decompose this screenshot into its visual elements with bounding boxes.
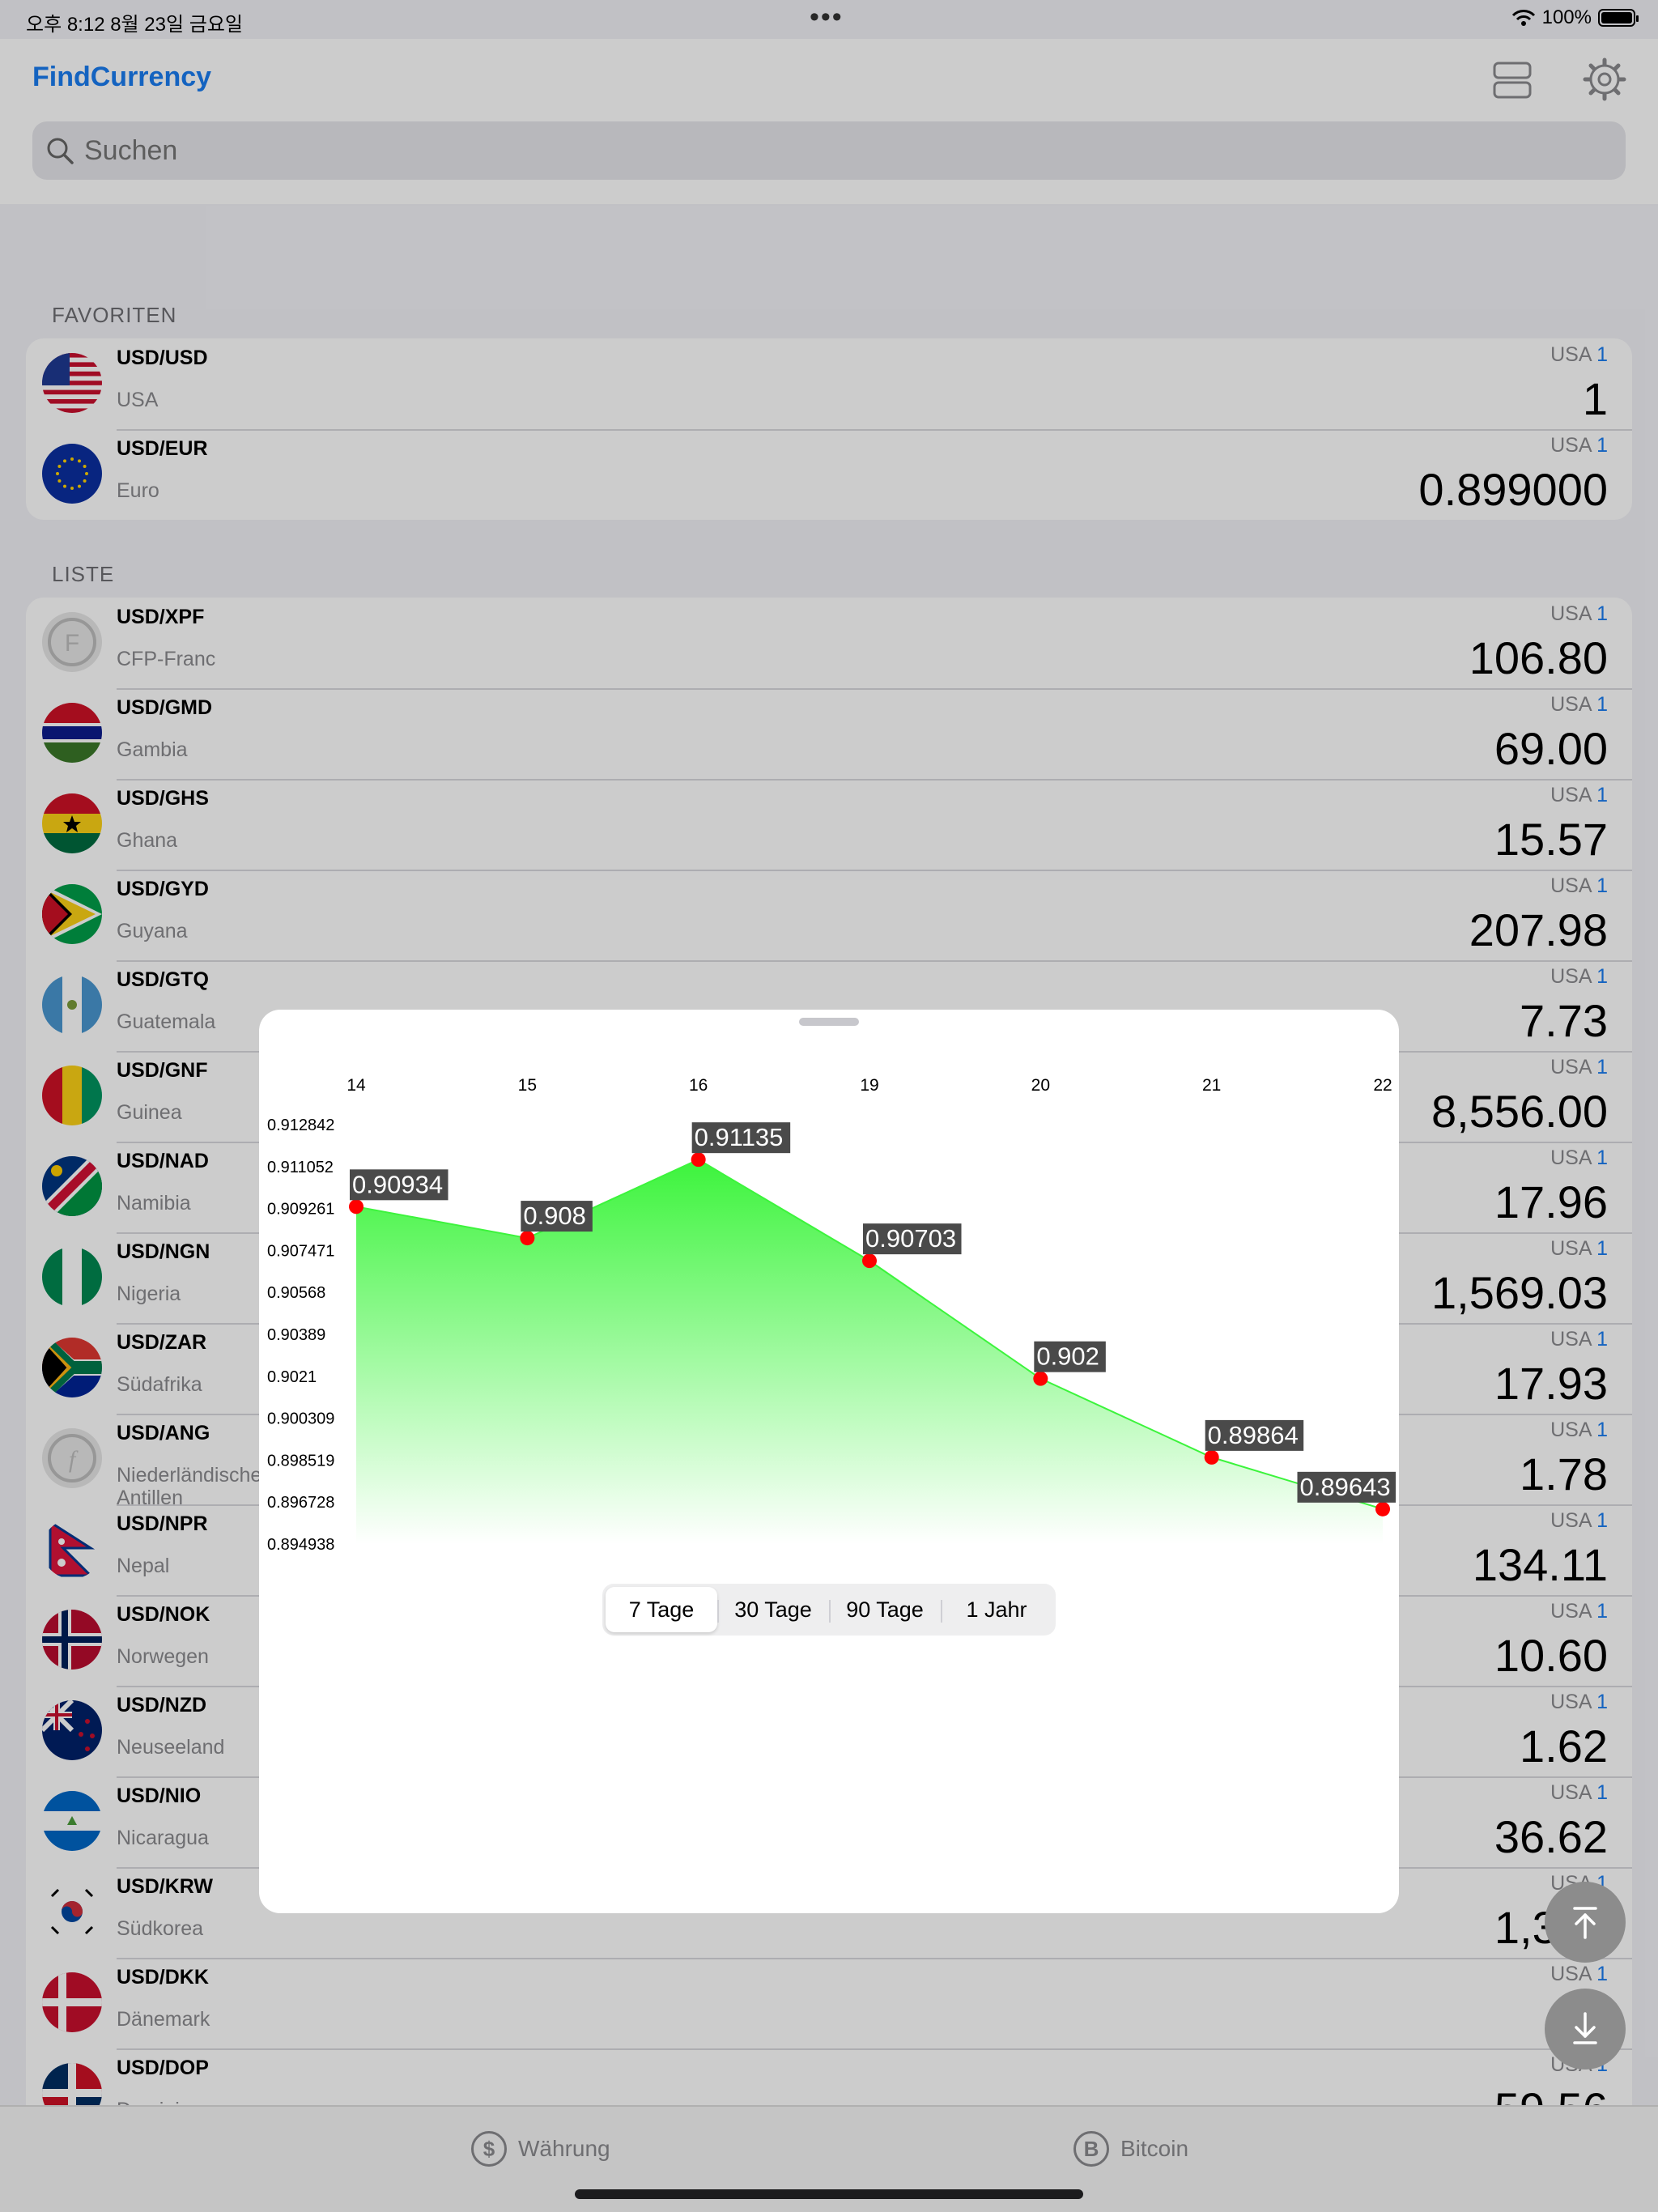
data-point[interactable]	[1204, 1449, 1219, 1465]
chart-modal: 14 15 16 19 20 21 22 0.912842 0.911052 0.909261 0.…	[259, 1010, 1399, 1913]
home-indicator	[575, 2189, 1083, 2199]
x-tick-label: 19	[860, 1076, 878, 1095]
y-tick-label: 0.896728	[267, 1494, 334, 1512]
time-range-selector: 7 Tage 30 Tage 90 Tage 1 Jahr	[602, 1584, 1056, 1636]
data-point[interactable]	[691, 1152, 706, 1168]
data-label: 0.90934	[350, 1169, 449, 1201]
x-tick-label: 14	[346, 1076, 366, 1095]
data-label-text: 0.89643	[1300, 1473, 1391, 1501]
data-label: 0.89643	[1297, 1471, 1396, 1503]
y-tick-label: 0.90389	[267, 1326, 325, 1344]
range-option-7-tage[interactable]: 7 Tage	[606, 1587, 717, 1632]
y-tick-label: 0.911052	[267, 1159, 334, 1176]
range-option-90-tage[interactable]: 90 Tage	[829, 1587, 941, 1632]
y-tick-label: 0.9021	[267, 1368, 317, 1386]
data-label: 0.902	[1034, 1341, 1106, 1372]
data-point[interactable]	[1033, 1371, 1048, 1386]
y-tick-label: 0.912842	[267, 1117, 334, 1134]
x-tick-label: 20	[1031, 1076, 1050, 1095]
data-point[interactable]	[520, 1231, 535, 1246]
scroll-to-bottom-button[interactable]	[1545, 1989, 1626, 2069]
data-label-text: 0.89864	[1208, 1421, 1299, 1449]
data-label: 0.91135	[691, 1122, 791, 1154]
rate-area	[356, 1159, 1383, 1544]
arrow-up-to-line-icon	[1573, 1907, 1597, 1939]
y-tick-label: 0.90568	[267, 1284, 325, 1302]
data-label-text: 0.90934	[352, 1170, 443, 1198]
y-tick-label: 0.909261	[267, 1201, 334, 1219]
range-option-30-tage[interactable]: 30 Tage	[717, 1587, 829, 1632]
data-label: 0.908	[521, 1201, 593, 1232]
y-tick-label: 0.894938	[267, 1536, 334, 1554]
y-tick-label: 0.898519	[267, 1452, 334, 1470]
data-point[interactable]	[349, 1199, 363, 1214]
scroll-to-top-button[interactable]	[1545, 1882, 1626, 1963]
x-tick-label: 22	[1373, 1076, 1392, 1095]
data-label-text: 0.902	[1036, 1342, 1099, 1371]
x-tick-label: 15	[518, 1076, 537, 1095]
data-label-text: 0.91135	[695, 1123, 784, 1151]
data-label: 0.89864	[1205, 1419, 1304, 1451]
range-option-1-jahr[interactable]: 1 Jahr	[941, 1587, 1052, 1632]
exchange-rate-chart: 14 15 16 19 20 21 22 0.912842 0.911052 0.909261 0.…	[267, 1076, 1396, 1554]
data-label-text: 0.90703	[865, 1224, 956, 1253]
data-point[interactable]	[1375, 1501, 1390, 1516]
y-tick-label: 0.900309	[267, 1410, 334, 1428]
arrow-down-to-line-icon	[1573, 2012, 1597, 2044]
data-point[interactable]	[862, 1253, 877, 1269]
x-tick-label: 16	[689, 1076, 708, 1095]
data-label-text: 0.908	[523, 1202, 586, 1230]
x-tick-label: 21	[1202, 1076, 1221, 1095]
y-tick-label: 0.907471	[267, 1242, 334, 1260]
data-label: 0.90703	[863, 1223, 962, 1255]
